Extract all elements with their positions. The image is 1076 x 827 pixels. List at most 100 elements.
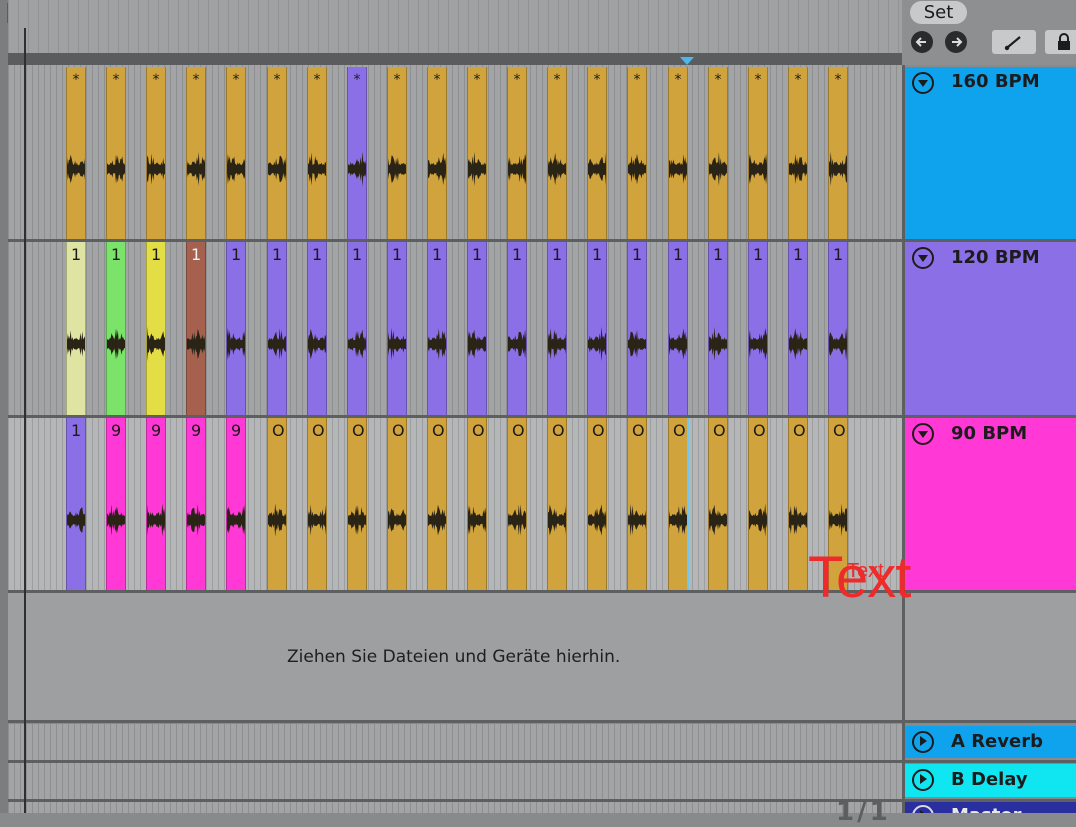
audio-clip[interactable]: O (748, 418, 768, 590)
master-header[interactable]: Master (905, 802, 1076, 813)
fold-toggle-icon[interactable] (912, 805, 934, 813)
audio-clip[interactable]: 1 (467, 242, 487, 415)
audio-clip[interactable]: * (146, 67, 166, 239)
audio-clip[interactable]: 1 (708, 242, 728, 415)
return-lane-delay[interactable] (8, 763, 902, 799)
audio-clip[interactable]: O (788, 418, 808, 590)
loop-bar[interactable] (8, 53, 902, 65)
audio-clip[interactable]: * (587, 67, 607, 239)
waveform-icon (508, 153, 526, 185)
audio-clip[interactable]: 1 (788, 242, 808, 415)
waveform-icon (548, 152, 566, 186)
audio-clip[interactable]: 1 (748, 242, 768, 415)
audio-clip[interactable]: O (307, 418, 327, 590)
clip-name: 1 (352, 246, 363, 264)
fold-toggle-icon[interactable] (912, 247, 934, 269)
audio-clip[interactable]: * (387, 67, 407, 239)
master-name[interactable]: Master (951, 805, 1021, 813)
audio-clip[interactable]: 1 (146, 242, 166, 415)
audio-clip[interactable]: 9 (226, 418, 246, 590)
audio-clip[interactable]: * (106, 67, 126, 239)
arrow-left-icon[interactable] (911, 31, 933, 53)
audio-clip[interactable]: O (587, 418, 607, 590)
audio-clip[interactable]: O (627, 418, 647, 590)
audio-clip[interactable]: 1 (547, 242, 567, 415)
clip-name: * (192, 72, 200, 88)
audio-clip[interactable]: 1 (507, 242, 527, 415)
track-header-120bpm[interactable]: 120 BPM (905, 242, 1076, 415)
audio-clip[interactable]: 1 (347, 242, 367, 415)
return-header-delay[interactable]: B Delay (905, 764, 1076, 797)
audio-clip[interactable]: O (267, 418, 287, 590)
audio-clip[interactable]: 9 (186, 418, 206, 590)
audio-clip[interactable]: * (507, 67, 527, 239)
return-name[interactable]: B Delay (951, 769, 1028, 790)
clip-name: * (273, 72, 281, 88)
audio-clip[interactable]: O (547, 418, 567, 590)
set-button[interactable]: Set (910, 1, 967, 24)
track-header-90bpm[interactable]: 90 BPM (905, 418, 1076, 590)
audio-clip[interactable]: * (748, 67, 768, 239)
return-lane-reverb[interactable] (8, 724, 902, 760)
audio-clip[interactable]: O (467, 418, 487, 590)
waveform-icon (628, 153, 646, 185)
audio-clip[interactable]: * (347, 67, 367, 239)
audio-clip[interactable]: O (347, 418, 367, 590)
audio-clip[interactable]: O (427, 418, 447, 590)
audio-clip[interactable]: 1 (828, 242, 848, 415)
audio-clip[interactable]: O (387, 418, 407, 590)
audio-clip[interactable]: 1 (387, 242, 407, 415)
audio-clip[interactable]: * (828, 67, 848, 239)
audio-clip[interactable]: 1 (627, 242, 647, 415)
audio-clip[interactable]: O (708, 418, 728, 590)
audio-clip[interactable]: * (226, 67, 246, 239)
fold-toggle-icon[interactable] (912, 72, 934, 94)
track-name[interactable]: 90 BPM (951, 423, 1027, 444)
clip-name: * (433, 72, 441, 88)
audio-clip[interactable]: * (627, 67, 647, 239)
audio-clip[interactable]: * (427, 67, 447, 239)
audio-clip[interactable]: * (267, 67, 287, 239)
audio-clip[interactable]: * (668, 67, 688, 239)
audio-clip[interactable]: 9 (106, 418, 126, 590)
drop-zone-header[interactable] (905, 593, 1076, 720)
return-header-reverb[interactable]: A Reverb (905, 726, 1076, 758)
audio-clip[interactable]: 9 (146, 418, 166, 590)
audio-clip[interactable]: * (708, 67, 728, 239)
track-header-160bpm[interactable]: 160 BPM (905, 67, 1076, 239)
clip-name: * (794, 72, 802, 88)
waveform-icon (468, 151, 486, 187)
track-name[interactable]: 160 BPM (951, 71, 1040, 92)
audio-clip[interactable]: 1 (106, 242, 126, 415)
audio-clip[interactable]: * (788, 67, 808, 239)
waveform-icon (67, 154, 85, 184)
arrow-right-icon[interactable] (945, 31, 967, 53)
audio-clip[interactable]: 1 (186, 242, 206, 415)
audio-clip[interactable]: * (467, 67, 487, 239)
fold-toggle-icon[interactable] (912, 731, 934, 753)
fold-toggle-icon[interactable] (912, 423, 934, 445)
audio-clip[interactable]: 1 (307, 242, 327, 415)
audio-clip[interactable]: * (307, 67, 327, 239)
lock-button[interactable] (1045, 30, 1076, 54)
audio-clip[interactable]: O (668, 418, 688, 590)
audio-clip[interactable]: 1 (587, 242, 607, 415)
playhead-marker-icon[interactable] (680, 57, 694, 65)
audio-clip[interactable]: * (66, 67, 86, 239)
audio-clip[interactable]: 1 (668, 242, 688, 415)
audio-clip[interactable]: 1 (66, 418, 86, 590)
audio-clip[interactable]: 1 (427, 242, 447, 415)
arrangement-ruler[interactable] (8, 0, 902, 53)
audio-clip[interactable]: * (186, 67, 206, 239)
audio-clip[interactable]: 1 (66, 242, 86, 415)
master-lane[interactable] (8, 802, 902, 813)
return-name[interactable]: A Reverb (951, 731, 1043, 752)
draw-mode-button[interactable] (992, 30, 1036, 54)
track-name[interactable]: 120 BPM (951, 247, 1040, 268)
audio-clip[interactable]: O (507, 418, 527, 590)
audio-clip[interactable]: * (547, 67, 567, 239)
audio-clip[interactable]: 1 (226, 242, 246, 415)
audio-clip[interactable]: 1 (267, 242, 287, 415)
clip-name: O (833, 422, 846, 440)
fold-toggle-icon[interactable] (912, 769, 934, 791)
